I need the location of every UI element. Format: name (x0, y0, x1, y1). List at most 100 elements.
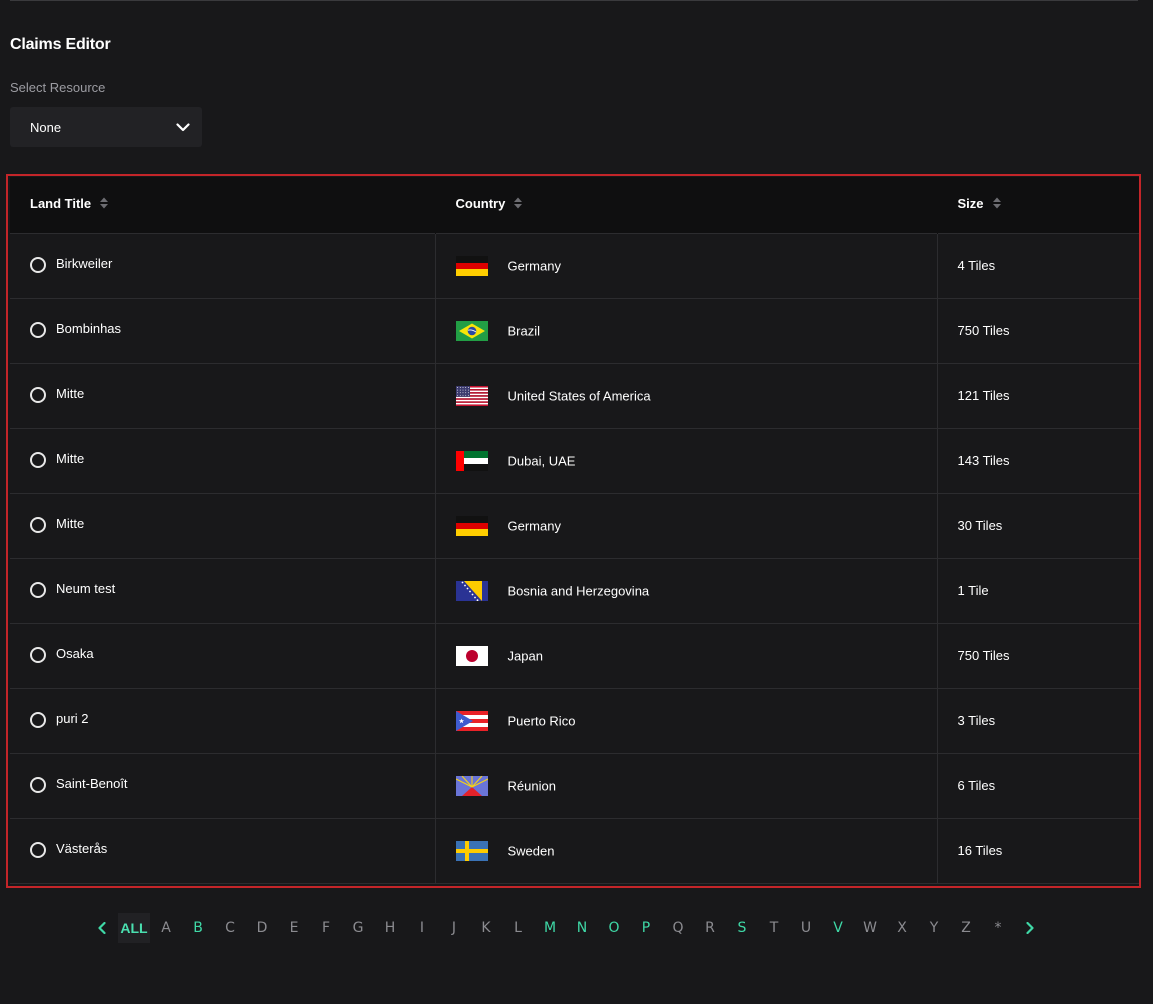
country-name: Puerto Rico (507, 713, 576, 728)
page-letter-t[interactable]: T (758, 913, 790, 943)
flag-re-icon (455, 775, 488, 796)
size-cell: 3 Tiles (936, 687, 1139, 753)
page-letter-z[interactable]: Z (950, 913, 982, 943)
size-value: 750 Tiles (957, 323, 1010, 338)
page-letter-s[interactable]: S (726, 913, 758, 943)
size-cell: 16 Tiles (936, 817, 1139, 884)
column-header-land-title[interactable]: Land Title (10, 177, 435, 233)
page-letter-e[interactable]: E (278, 913, 310, 943)
table-row[interactable]: Mitte United States of America 121 Tiles (10, 362, 1139, 428)
size-value: 3 Tiles (957, 713, 996, 728)
row-select-radio[interactable] (30, 841, 46, 858)
country-name: Germany (507, 518, 561, 533)
country-cell: Brazil (434, 297, 937, 363)
table-row[interactable]: Birkweiler Germany 4 Tiles (10, 232, 1139, 298)
page-letter-o[interactable]: O (598, 913, 630, 943)
row-select-radio[interactable] (30, 581, 46, 598)
page-letter-k[interactable]: K (470, 913, 502, 943)
table-row[interactable]: Saint-Benoît Réunion 6 Tiles (10, 752, 1139, 818)
table-row[interactable]: Neum test Bosnia and Herzegovina 1 Tile (10, 557, 1139, 623)
country-name: Bosnia and Herzegovina (507, 583, 650, 598)
size-value: 6 Tiles (957, 778, 996, 793)
country-cell: Sweden (434, 817, 937, 884)
country-cell: Puerto Rico (434, 687, 937, 753)
page-letter-g[interactable]: G (342, 913, 374, 943)
table-row[interactable]: puri 2 Puerto Rico 3 Tiles (10, 687, 1139, 753)
land-title: Saint-Benoît (56, 776, 128, 792)
land-title-cell: Västerås (10, 817, 435, 884)
country-cell: Bosnia and Herzegovina (434, 557, 937, 623)
row-select-radio[interactable] (30, 386, 46, 403)
row-select-radio[interactable] (30, 776, 46, 793)
country-name: Japan (507, 648, 543, 663)
page-letter-h[interactable]: H (374, 913, 406, 943)
land-title: puri 2 (56, 711, 89, 727)
page-letter-f[interactable]: F (310, 913, 342, 943)
page-letter-l[interactable]: L (502, 913, 534, 943)
land-title-cell: Bombinhas (10, 297, 435, 363)
page-letter-p[interactable]: P (630, 913, 662, 943)
land-title-cell: Mitte (10, 427, 435, 493)
land-title: Västerås (56, 841, 108, 857)
flag-de-icon (455, 255, 488, 276)
size-value: 143 Tiles (957, 453, 1010, 468)
page-letter-all[interactable]: ALL (118, 913, 150, 943)
land-title-cell: Birkweiler (10, 232, 435, 298)
page-letter-m[interactable]: M (534, 913, 566, 943)
page-letter-j[interactable]: J (438, 913, 470, 943)
table-row[interactable]: Osaka Japan 750 Tiles (10, 622, 1139, 688)
page-letter-other[interactable]: * (982, 913, 1014, 943)
table-row[interactable]: Västerås Sweden 16 Tiles (10, 817, 1139, 884)
sort-icon (99, 197, 109, 213)
flag-jp-icon (455, 645, 488, 666)
size-value: 4 Tiles (957, 258, 996, 273)
chevron-down-icon (164, 107, 202, 147)
land-title-cell: Osaka (10, 622, 435, 688)
page-letter-d[interactable]: D (246, 913, 278, 943)
page-letter-w[interactable]: W (854, 913, 886, 943)
table-row[interactable]: Bombinhas Brazil 750 Tiles (10, 297, 1139, 363)
flag-ae-icon (455, 450, 488, 471)
land-title-cell: puri 2 (10, 687, 435, 753)
row-select-radio[interactable] (30, 711, 46, 728)
country-name: Sweden (507, 843, 555, 858)
column-header-label: Country (455, 196, 506, 212)
country-name: Brazil (507, 323, 541, 338)
page-letter-c[interactable]: C (214, 913, 246, 943)
flag-de-icon (455, 515, 488, 536)
row-select-radio[interactable] (30, 321, 46, 338)
column-header-size[interactable]: Size (936, 177, 1139, 233)
resource-select[interactable]: None (10, 107, 202, 147)
page-letter-q[interactable]: Q (662, 913, 694, 943)
page-letter-n[interactable]: N (566, 913, 598, 943)
claims-table: Land Title Country Size Birkweiler German… (10, 177, 1139, 884)
land-title-cell: Mitte (10, 492, 435, 558)
land-title-cell: Mitte (10, 362, 435, 428)
land-title: Mitte (56, 451, 85, 467)
row-select-radio[interactable] (30, 451, 46, 468)
flag-br-icon (455, 320, 488, 341)
page-letter-u[interactable]: U (790, 913, 822, 943)
page-letter-a[interactable]: A (150, 913, 182, 943)
next-page-button[interactable] (1014, 913, 1046, 943)
land-title-cell: Neum test (10, 557, 435, 623)
row-select-radio[interactable] (30, 256, 46, 273)
column-header-country[interactable]: Country (434, 177, 937, 233)
page-letter-x[interactable]: X (886, 913, 918, 943)
table-row[interactable]: Mitte Dubai, UAE 143 Tiles (10, 427, 1139, 493)
land-title: Bombinhas (56, 321, 122, 337)
page-letter-r[interactable]: R (694, 913, 726, 943)
previous-page-button[interactable] (86, 913, 118, 943)
page-letter-i[interactable]: I (406, 913, 438, 943)
row-select-radio[interactable] (30, 646, 46, 663)
country-name: Germany (507, 258, 561, 273)
country-name: Réunion (507, 778, 556, 793)
table-row[interactable]: Mitte Germany 30 Tiles (10, 492, 1139, 558)
page-letter-b[interactable]: B (182, 913, 214, 943)
size-cell: 121 Tiles (936, 362, 1139, 428)
page-letter-v[interactable]: V (822, 913, 854, 943)
row-select-radio[interactable] (30, 516, 46, 533)
page-letter-y[interactable]: Y (918, 913, 950, 943)
size-cell: 750 Tiles (936, 622, 1139, 688)
country-name: United States of America (507, 388, 651, 403)
